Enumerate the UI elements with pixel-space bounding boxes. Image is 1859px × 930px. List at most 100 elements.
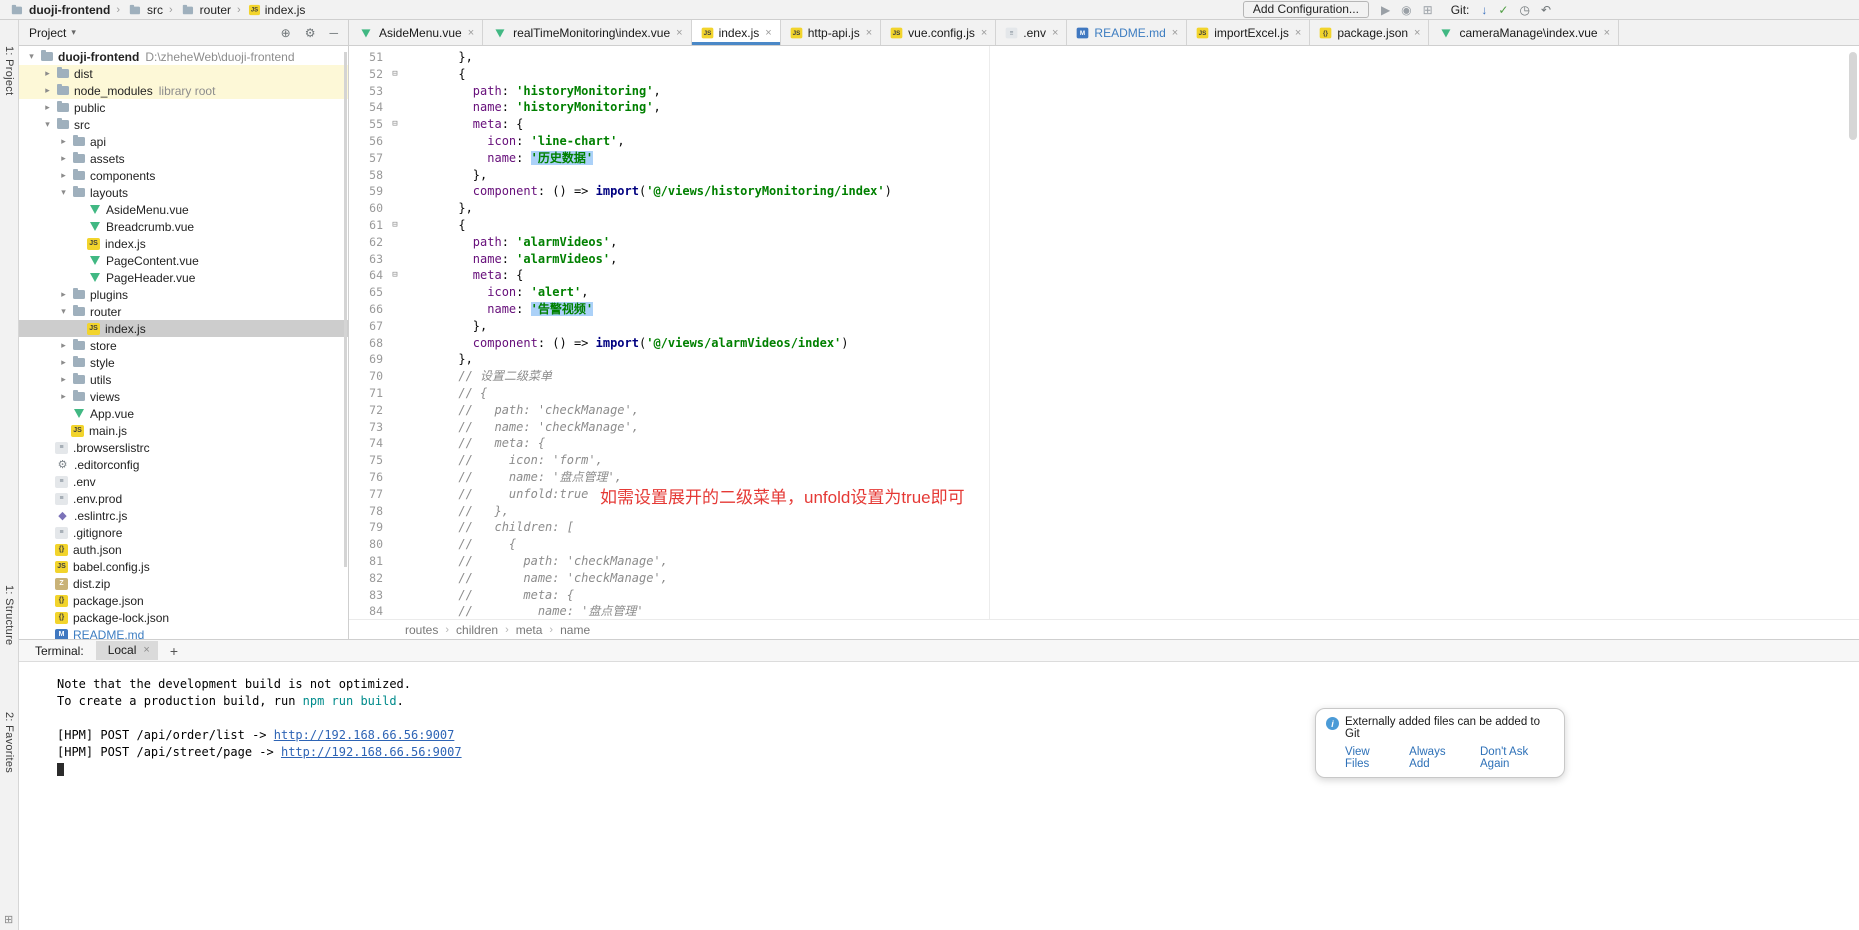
git-rollback-icon[interactable]: ↶: [1541, 4, 1551, 16]
terminal-link[interactable]: http://192.168.66.56:9007: [274, 728, 455, 742]
git-commit-icon[interactable]: ✓: [1498, 4, 1508, 16]
tree-item[interactable]: MREADME.md: [19, 626, 348, 639]
code-area[interactable]: 5152⊟535455⊟565758596061⊟626364⊟65666768…: [349, 46, 1859, 619]
close-icon[interactable]: ×: [143, 644, 149, 656]
chevron-right-icon[interactable]: ▸: [57, 340, 70, 351]
tree-item[interactable]: PageHeader.vue: [19, 269, 348, 286]
tree-item[interactable]: ▸dist: [19, 65, 348, 82]
editor-breadcrumb-item[interactable]: name: [560, 623, 590, 637]
editor-breadcrumb-item[interactable]: meta: [516, 623, 543, 637]
tree-item[interactable]: ▸node_moduleslibrary root: [19, 82, 348, 99]
tab--env[interactable]: ≡.env×: [996, 20, 1067, 45]
tree-item[interactable]: ▾router: [19, 303, 348, 320]
settings-icon[interactable]: ⚙: [305, 27, 316, 39]
close-icon[interactable]: ×: [866, 27, 872, 39]
tab-vue-config-js[interactable]: JSvue.config.js×: [881, 20, 996, 45]
tree-item[interactable]: AsideMenu.vue: [19, 201, 348, 218]
tree-item[interactable]: Zdist.zip: [19, 575, 348, 592]
chevron-right-icon[interactable]: ▸: [57, 289, 70, 300]
breadcrumb-item[interactable]: duoji-frontend: [8, 2, 110, 18]
tree-item[interactable]: ▸utils: [19, 371, 348, 388]
new-terminal-button[interactable]: +: [170, 643, 178, 659]
chevron-right-icon[interactable]: ▸: [41, 68, 54, 79]
tree-item[interactable]: ≡.browserslistrc: [19, 439, 348, 456]
tool-button-structure[interactable]: 1: Structure: [3, 585, 15, 645]
tree-item[interactable]: ▾src: [19, 116, 348, 133]
chevron-down-icon[interactable]: ▾: [41, 119, 54, 130]
close-icon[interactable]: ×: [765, 27, 771, 39]
profile-icon[interactable]: ⊞: [1423, 4, 1433, 16]
run-icon[interactable]: ▶: [1381, 4, 1390, 16]
tab-asidemenu-vue[interactable]: AsideMenu.vue×: [349, 20, 483, 45]
chevron-down-icon[interactable]: ▾: [57, 306, 70, 317]
tree-item[interactable]: ≡.env.prod: [19, 490, 348, 507]
project-view-selector[interactable]: Project ▾: [29, 26, 76, 40]
editor-breadcrumb-item[interactable]: routes: [405, 623, 438, 637]
close-icon[interactable]: ×: [676, 27, 682, 39]
tree-item[interactable]: JSindex.js: [19, 320, 348, 337]
tree-item[interactable]: {}package.json: [19, 592, 348, 609]
breadcrumb-item[interactable]: JSindex.js: [247, 3, 306, 17]
tool-windows-icon[interactable]: ⊞: [4, 913, 13, 926]
close-icon[interactable]: ×: [468, 27, 474, 39]
chevron-right-icon[interactable]: ▸: [57, 153, 70, 164]
git-history-icon[interactable]: ◷: [1519, 4, 1529, 16]
chevron-right-icon[interactable]: ▸: [57, 136, 70, 147]
tree-item[interactable]: ▸components: [19, 167, 348, 184]
breadcrumb-item[interactable]: src: [126, 2, 163, 18]
tab-cameramanage-index-vue[interactable]: cameraManage\index.vue×: [1429, 20, 1619, 45]
tree-item[interactable]: {}package-lock.json: [19, 609, 348, 626]
tree-item[interactable]: PageContent.vue: [19, 252, 348, 269]
tab-readme-md[interactable]: MREADME.md×: [1067, 20, 1187, 45]
tree-item[interactable]: ▸style: [19, 354, 348, 371]
tab-http-api-js[interactable]: JShttp-api.js×: [781, 20, 881, 45]
tree-item[interactable]: ▾layouts: [19, 184, 348, 201]
fold-icon[interactable]: ⊟: [383, 267, 407, 284]
tree-item[interactable]: ▾duoji-frontendD:\zheheWeb\duoji-fronten…: [19, 48, 348, 65]
close-icon[interactable]: ×: [981, 27, 987, 39]
terminal-link[interactable]: http://192.168.66.56:9007: [281, 745, 462, 759]
terminal-tab-local[interactable]: Local ×: [96, 641, 158, 660]
tree-item[interactable]: ◆.eslintrc.js: [19, 507, 348, 524]
tree-item[interactable]: JSbabel.config.js: [19, 558, 348, 575]
debug-icon[interactable]: ◉: [1401, 4, 1411, 16]
project-tree-scrollbar[interactable]: [344, 52, 347, 567]
tool-button-project[interactable]: 1: Project: [3, 46, 15, 95]
tree-item[interactable]: ⚙.editorconfig: [19, 456, 348, 473]
chevron-down-icon[interactable]: ▾: [25, 51, 38, 62]
tree-item[interactable]: ≡.env: [19, 473, 348, 490]
git-update-icon[interactable]: ↓: [1481, 4, 1487, 16]
chevron-right-icon[interactable]: ▸: [57, 357, 70, 368]
chevron-down-icon[interactable]: ▾: [57, 187, 70, 198]
tree-item[interactable]: ▸assets: [19, 150, 348, 167]
close-icon[interactable]: ×: [1414, 27, 1420, 39]
tab-realtimemonitoring-index-vue[interactable]: realTimeMonitoring\index.vue×: [483, 20, 691, 45]
notification-action-view-files[interactable]: View Files: [1345, 746, 1393, 770]
close-icon[interactable]: ×: [1172, 27, 1178, 39]
tree-item[interactable]: {}auth.json: [19, 541, 348, 558]
tree-item[interactable]: ▸store: [19, 337, 348, 354]
close-icon[interactable]: ×: [1052, 27, 1058, 39]
tree-item[interactable]: ≡.gitignore: [19, 524, 348, 541]
tree-item[interactable]: Breadcrumb.vue: [19, 218, 348, 235]
tab-package-json[interactable]: {}package.json×: [1310, 20, 1429, 45]
tab-importexcel-js[interactable]: JSimportExcel.js×: [1187, 20, 1310, 45]
tree-item[interactable]: ▸api: [19, 133, 348, 150]
editor-breadcrumb-item[interactable]: children: [456, 623, 498, 637]
tree-item[interactable]: App.vue: [19, 405, 348, 422]
tree-item[interactable]: ▸plugins: [19, 286, 348, 303]
editor-scrollbar[interactable]: [1849, 52, 1857, 140]
breadcrumb-item[interactable]: router: [179, 2, 231, 18]
chevron-right-icon[interactable]: ▸: [41, 102, 54, 113]
chevron-right-icon[interactable]: ▸: [57, 170, 70, 181]
terminal-output[interactable]: Note that the development build is not o…: [19, 662, 1859, 930]
tool-button-favorites[interactable]: 2: Favorites: [3, 712, 15, 773]
hide-panel-icon[interactable]: ─: [329, 27, 338, 39]
fold-icon[interactable]: ⊟: [383, 116, 407, 133]
tree-item[interactable]: ▸public: [19, 99, 348, 116]
chevron-right-icon[interactable]: ▸: [41, 85, 54, 96]
close-icon[interactable]: ×: [1295, 27, 1301, 39]
add-configuration-button[interactable]: Add Configuration...: [1243, 1, 1369, 18]
notification-action-always-add[interactable]: Always Add: [1409, 746, 1464, 770]
tree-item[interactable]: JSindex.js: [19, 235, 348, 252]
